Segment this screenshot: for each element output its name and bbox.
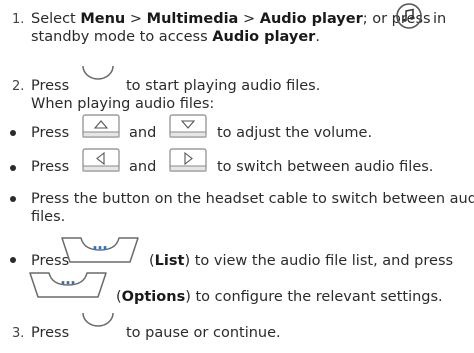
center-round-key-icon	[82, 312, 114, 327]
center-round-key-icon	[82, 65, 114, 80]
bullet-options-text: (Options) to configure the relevant sett…	[116, 289, 443, 305]
down-arrow-key-icon	[169, 114, 207, 138]
step-2-text: to start playing audio files.	[126, 78, 321, 94]
step-1-line-2: standby mode to access Audio player.	[31, 29, 320, 45]
bullet	[10, 257, 16, 263]
bullet-switch-and: and	[129, 159, 157, 175]
step-2-press-text: Press	[31, 78, 70, 94]
soft-key-dots: …	[92, 235, 108, 253]
bullet-switch-press: Press	[31, 159, 70, 175]
bullet-headset-line-1: Press the button on the headset cable to…	[31, 191, 474, 207]
bullet-list-text: (List) to view the audio file list, and …	[149, 253, 454, 269]
right-arrow-key-icon	[169, 148, 207, 172]
step-number: 3.	[12, 326, 25, 341]
bullet	[10, 165, 16, 171]
bullet	[10, 196, 16, 202]
music-note-key-icon	[396, 3, 422, 29]
bullet	[10, 130, 16, 136]
up-arrow-key-icon	[82, 114, 120, 138]
bullet-volume-text: to adjust the volume.	[217, 125, 373, 141]
soft-key-dots: …	[60, 270, 76, 288]
bullet-volume-and: and	[129, 125, 157, 141]
step-3-text: to pause or continue.	[126, 325, 281, 341]
step-3-press-text: Press	[31, 325, 70, 341]
step-1-line-1: Select Menu > Multimedia > Audio player;…	[31, 11, 431, 27]
bullet-headset-line-2: files.	[31, 209, 66, 225]
bullet-switch-text: to switch between audio files.	[217, 159, 434, 175]
step-number: 1.	[12, 12, 25, 27]
bullet-volume-press: Press	[31, 125, 70, 141]
step-2-subtext: When playing audio files:	[31, 96, 215, 112]
left-arrow-key-icon	[82, 148, 120, 172]
step-1-in-text: in	[433, 11, 447, 27]
step-number: 2.	[12, 79, 25, 94]
